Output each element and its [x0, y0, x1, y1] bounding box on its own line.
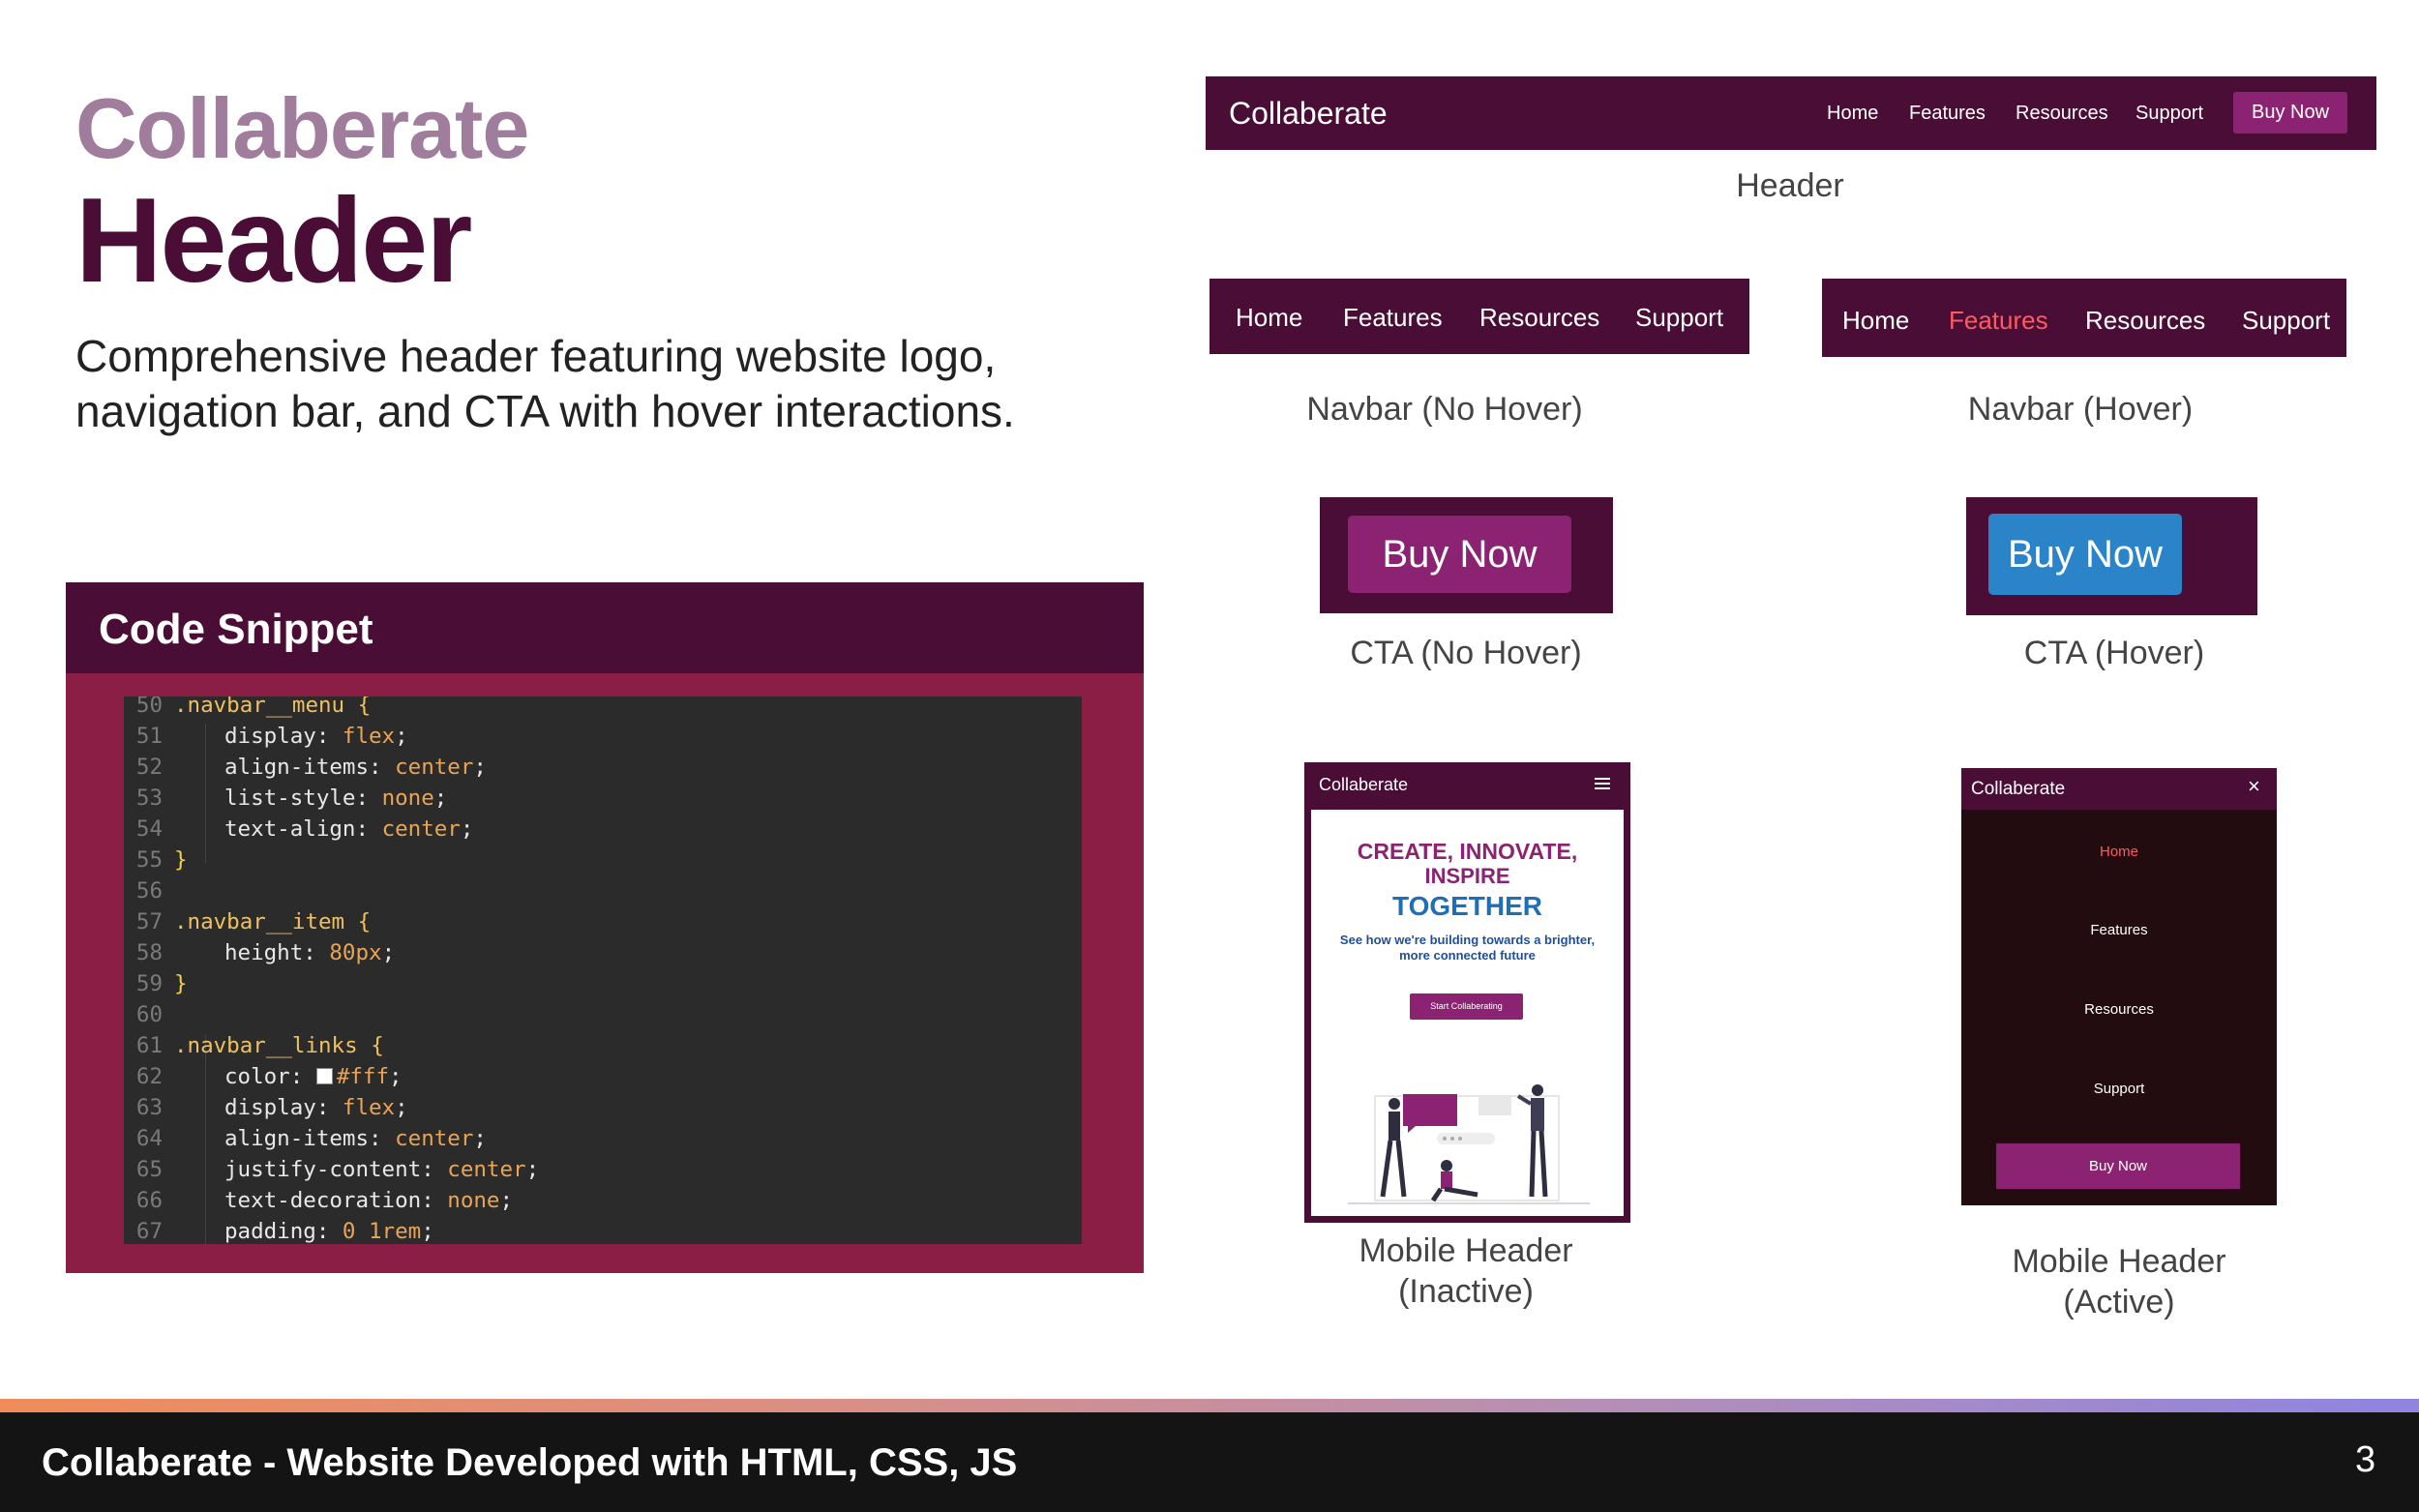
- mobile-buy-now-button[interactable]: Buy Now: [1996, 1143, 2240, 1189]
- mobile-active-caption-line2: (Active): [2063, 1284, 2175, 1320]
- code-line: 57 .navbar__item {: [135, 909, 372, 934]
- mobile-inactive-caption-line1: Mobile Header: [1359, 1232, 1573, 1269]
- navbar-item-features-hovered[interactable]: Features: [1949, 306, 2048, 336]
- code-snippet-title: Code Snippet: [99, 606, 373, 653]
- footer-text: Collaberate - Website Developed with HTM…: [42, 1441, 1018, 1484]
- code-line: 65 justify-content: center;: [135, 1157, 540, 1182]
- header-nav-features[interactable]: Features: [1909, 103, 1986, 125]
- code-line: 54 text-align: center;: [135, 816, 474, 842]
- mobile-header-bar: Collaberate ×: [1961, 768, 2277, 810]
- hero-heading-line3: TOGETHER: [1391, 891, 1543, 921]
- code-line: 61 .navbar__links {: [135, 1033, 384, 1058]
- close-icon[interactable]: ×: [2248, 774, 2260, 799]
- mobile-header-active: Collaberate × Home Features Resources Su…: [1961, 768, 2277, 1205]
- code-line: 56: [135, 878, 163, 904]
- code-line: 55}: [135, 847, 188, 873]
- navbar-item-resources[interactable]: Resources: [2085, 306, 2205, 336]
- navbar-item-home[interactable]: Home: [1236, 303, 1302, 333]
- code-line: 63 display: flex;: [135, 1095, 408, 1120]
- code-line: 59}: [135, 971, 188, 996]
- description: Comprehensive header featuring website l…: [75, 331, 1015, 436]
- mobile-inactive-caption-line2: (Inactive): [1398, 1273, 1534, 1310]
- header-logo[interactable]: Collaberate: [1229, 96, 1388, 132]
- desktop-header: Collaberate Home Features Resources Supp…: [1206, 76, 2376, 150]
- page-number: 3: [2355, 1439, 2376, 1480]
- header-nav-home[interactable]: Home: [1827, 103, 1878, 125]
- code-line: 53 list-style: none;: [135, 786, 448, 811]
- navbar-item-support[interactable]: Support: [2242, 306, 2330, 336]
- mobile-logo[interactable]: Collaberate: [1319, 775, 1408, 795]
- navbar-hover: Home Features Resources Support: [1822, 279, 2346, 357]
- navbar-no-hover-caption: Navbar (No Hover): [1306, 391, 1583, 428]
- mobile-header-inactive: Collaberate CREATE, INNOVATE, INSPIRE TO…: [1304, 762, 1630, 1223]
- mobile-logo[interactable]: Collaberate: [1971, 779, 2065, 800]
- hero-heading-line1: CREATE, INNOVATE,: [1357, 839, 1578, 864]
- buy-now-button-hovered[interactable]: Buy Now: [1988, 514, 2182, 595]
- navbar-no-hover: Home Features Resources Support: [1210, 279, 1749, 354]
- code-line: 51 display: flex;: [135, 724, 408, 749]
- color-swatch: [315, 1068, 333, 1084]
- navbar-hover-caption: Navbar (Hover): [1967, 391, 2194, 428]
- navbar-item-features[interactable]: Features: [1343, 303, 1443, 333]
- mobile-hero: CREATE, INNOVATE, INSPIRE TOGETHER See h…: [1311, 810, 1624, 1216]
- mobile-nav-resources[interactable]: Resources: [1961, 1001, 2277, 1018]
- code-line: 67 padding: 0 1rem;: [135, 1219, 434, 1244]
- cta-hover-frame: Buy Now: [1966, 497, 2257, 615]
- buy-now-button[interactable]: Buy Now: [1348, 516, 1571, 593]
- footer: Collaberate - Website Developed with HTM…: [0, 1412, 2419, 1512]
- mobile-nav-features[interactable]: Features: [1961, 922, 2277, 938]
- cta-no-hover-caption: CTA (No Hover): [1350, 635, 1582, 671]
- code-snippet-card: Code Snippet 50 .navbar__menu { 51 display…: [66, 582, 1144, 1273]
- header-nav-support[interactable]: Support: [2135, 103, 2203, 125]
- code-editor: 50 .navbar__menu { 51 display: flex; 52 ali…: [124, 697, 1082, 1244]
- code-line: 66 text-decoration: none;: [135, 1188, 514, 1213]
- header-nav-resources[interactable]: Resources: [2016, 103, 2108, 125]
- code-line: 60: [135, 1002, 163, 1027]
- code-line: 52 align-items: center;: [135, 755, 487, 780]
- code-line: 62 color: #fff;: [135, 1064, 403, 1089]
- header-caption: Header: [1736, 167, 1844, 204]
- code-line: 64 align-items: center;: [135, 1126, 487, 1151]
- hero-subtitle: See how we're building towards a brighte…: [1339, 933, 1596, 963]
- mobile-active-caption-line1: Mobile Header: [2012, 1243, 2226, 1280]
- collaboration-illustration: [1348, 1084, 1590, 1204]
- code-snippet-header: Code Snippet: [66, 582, 1144, 673]
- start-collaberating-button[interactable]: Start Collaberating: [1410, 993, 1523, 1020]
- header-buy-now-button[interactable]: Buy Now: [2233, 92, 2347, 133]
- page-title: Header: [75, 174, 472, 308]
- navbar-item-support[interactable]: Support: [1635, 303, 1723, 333]
- footer-gradient-bar: [0, 1399, 2419, 1412]
- code-line: 50 .navbar__menu {: [135, 697, 372, 718]
- navbar-item-home[interactable]: Home: [1842, 306, 1909, 336]
- code-line: 58 height: 80px;: [135, 940, 396, 965]
- cta-no-hover-frame: Buy Now: [1320, 497, 1613, 613]
- cta-hover-caption: CTA (Hover): [2023, 635, 2205, 671]
- mobile-nav-home[interactable]: Home: [1961, 844, 2277, 860]
- hero-heading-line2: INSPIRE: [1424, 864, 1510, 888]
- navbar-item-resources[interactable]: Resources: [1479, 303, 1599, 333]
- mobile-nav-support[interactable]: Support: [1961, 1081, 2277, 1097]
- brand-name: Collaberate: [75, 80, 529, 176]
